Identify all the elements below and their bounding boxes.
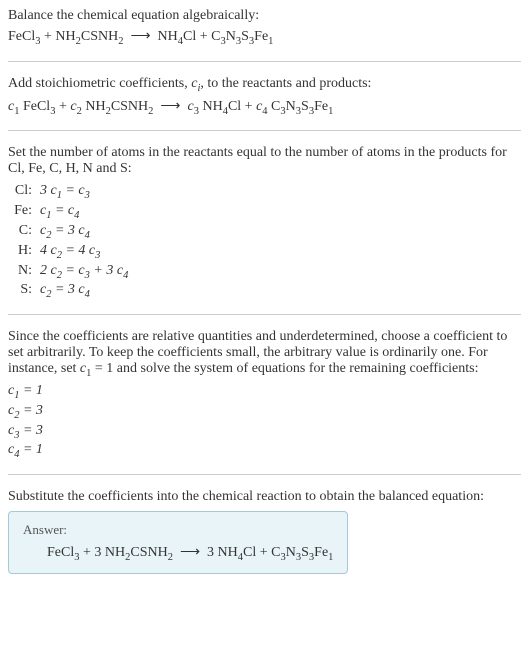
section-balance: Balance the chemical equation algebraica… [8,8,521,47]
element-label: S: [8,282,40,300]
atoms-table: Cl: 3 c1 = c3 Fe: c1 = c4 C: c2 = 3 c4 H… [8,183,521,300]
equation: c1 FeCl3 + c2 NH2CSNH2 ⟶ c3 NH4Cl + c4 C… [8,98,521,117]
table-row: Fe: c1 = c4 [8,203,521,221]
answer-equation: FeCl3 + 3 NH2CSNH2 ⟶ 3 NH4Cl + C3N3S3Fe1 [23,544,333,563]
element-equation: 3 c1 = c3 [40,183,90,201]
element-equation: c1 = c4 [40,203,79,221]
divider [8,474,521,475]
section-solve: Since the coefficients are relative quan… [8,329,521,460]
element-label: Fe: [8,203,40,221]
answer-box: Answer: FeCl3 + 3 NH2CSNH2 ⟶ 3 NH4Cl + C… [8,511,348,574]
section-title: Set the number of atoms in the reactants… [8,145,521,177]
element-equation: c2 = 3 c4 [40,223,90,241]
coefficient-value: c2 = 3 [8,403,521,421]
divider [8,61,521,62]
table-row: H: 4 c2 = 4 c3 [8,243,521,261]
section-atoms: Set the number of atoms in the reactants… [8,145,521,300]
section-title: Substitute the coefficients into the che… [8,489,521,505]
section-stoichiometric: Add stoichiometric coefficients, ci, to … [8,76,521,117]
section-title: Add stoichiometric coefficients, ci, to … [8,76,521,94]
section-title: Since the coefficients are relative quan… [8,329,521,379]
table-row: N: 2 c2 = c3 + 3 c4 [8,263,521,281]
divider [8,314,521,315]
equation: FeCl3 + NH2CSNH2 ⟶ NH4Cl + C3N3S3Fe1 [8,28,521,47]
table-row: S: c2 = 3 c4 [8,282,521,300]
section-substitute: Substitute the coefficients into the che… [8,489,521,574]
element-label: Cl: [8,183,40,201]
coefficient-value: c4 = 1 [8,442,521,460]
element-label: H: [8,243,40,261]
element-label: N: [8,263,40,281]
coefficient-value: c1 = 1 [8,383,521,401]
element-label: C: [8,223,40,241]
table-row: Cl: 3 c1 = c3 [8,183,521,201]
element-equation: 4 c2 = 4 c3 [40,243,100,261]
divider [8,130,521,131]
section-title: Balance the chemical equation algebraica… [8,8,521,24]
answer-label: Answer: [23,522,333,538]
element-equation: 2 c2 = c3 + 3 c4 [40,263,128,281]
table-row: C: c2 = 3 c4 [8,223,521,241]
coefficient-value: c3 = 3 [8,423,521,441]
element-equation: c2 = 3 c4 [40,282,90,300]
